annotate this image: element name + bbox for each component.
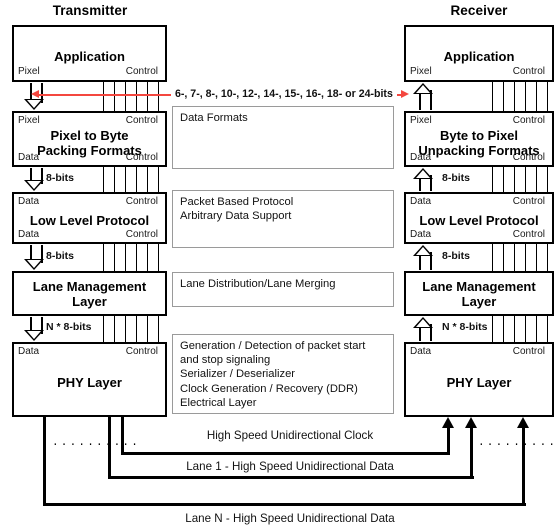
rx-unpacking-control-port-top: Control <box>512 115 545 126</box>
tx-bitwidth-lane-to-phy: N * 8-bits <box>46 321 92 333</box>
desc-data-formats-box: Data Formats <box>172 106 394 169</box>
rx-lane-ellipsis: .......... <box>478 437 558 449</box>
tx-llp-box[interactable]: Data Control Low Level Protocol Data Con… <box>12 192 167 244</box>
rx-data-arrow-3 <box>413 317 434 341</box>
rx-application-control-port: Control <box>512 66 545 77</box>
tx-llp-data-port-bottom: Data <box>18 229 40 240</box>
tx-control-bus-2 <box>103 167 163 192</box>
desc-lane-management-box: Lane Distribution/Lane Merging <box>172 272 394 307</box>
tx-phy-title: PHY Layer <box>57 375 122 390</box>
tx-data-arrow-2 <box>24 245 45 270</box>
rx-bitwidth-llp: 8-bits <box>442 250 471 262</box>
rx-llp-data-port-bottom: Data <box>410 229 432 240</box>
rx-bitwidth-unpacking: 8-bits <box>442 172 471 184</box>
tx-phy-box[interactable]: Data Control PHY Layer <box>12 342 167 417</box>
tx-bitwidth-llp-to-lane: 8-bits <box>46 250 75 262</box>
tx-phy-data-port: Data <box>18 346 40 357</box>
transmitter-heading: Transmitter <box>52 3 128 18</box>
rx-lane-management-box[interactable]: Lane Management Layer <box>404 271 554 316</box>
tx-control-bus-3 <box>103 244 163 271</box>
rx-unpacking-data-port: Data <box>410 152 432 163</box>
rx-llp-data-port-top: Data <box>410 196 432 207</box>
clock-wire-across <box>121 451 450 455</box>
rx-control-bus-1 <box>492 82 552 111</box>
tx-application-control-port: Control <box>125 66 158 77</box>
rx-phy-box[interactable]: Data Control PHY Layer <box>404 342 554 417</box>
tx-lane-management-title: Lane Management Layer <box>32 279 147 309</box>
tx-llp-control-port-bottom: Control <box>125 229 158 240</box>
desc-lane-management-text: Lane Distribution/Lane Merging <box>180 278 336 290</box>
tx-llp-control-port-top: Control <box>125 196 158 207</box>
rx-unpacking-control-port-bottom: Control <box>512 152 545 163</box>
rx-unpacking-pixel-port: Pixel <box>410 115 432 126</box>
rx-phy-title: PHY Layer <box>446 375 512 390</box>
tx-bitwidth-packing-to-llp: 8-bits <box>46 172 75 184</box>
desc-data-formats-text: Data Formats <box>180 112 248 124</box>
rx-control-bus-3 <box>492 244 552 271</box>
clock-arrowhead <box>441 417 454 428</box>
rx-data-arrow-2 <box>413 245 434 270</box>
rx-llp-title: Low Level Protocol <box>419 213 539 228</box>
pixel-width-annotation-text: 6-, 7-, 8-, 10-, 12-, 14-, 15-, 16-, 18-… <box>171 88 397 100</box>
rx-unpacking-box[interactable]: Pixel Control Byte to Pixel Unpacking Fo… <box>404 111 554 167</box>
tx-application-box[interactable]: Application Pixel Control <box>12 25 167 82</box>
clock-wire-down <box>121 417 125 455</box>
tx-application-pixel-port: Pixel <box>18 66 40 77</box>
lanen-wire-across <box>42 502 526 506</box>
rx-data-arrow-1 <box>413 168 434 191</box>
tx-lane-management-box[interactable]: Lane Management Layer <box>12 271 167 316</box>
receiver-heading: Receiver <box>450 3 508 18</box>
lane1-wire-across <box>107 475 474 479</box>
rx-pixel-arrow-1 <box>413 83 434 110</box>
rx-llp-control-port-top: Control <box>512 196 545 207</box>
rx-llp-box[interactable]: Data Control Low Level Protocol Data Con… <box>404 192 554 244</box>
tx-lane-ellipsis: .......... <box>52 437 141 449</box>
tx-packing-pixel-port: Pixel <box>18 115 40 126</box>
rx-phy-data-port: Data <box>410 346 432 357</box>
desc-phy-box: Generation / Detection of packet start a… <box>172 334 394 414</box>
pixel-width-annotation-arrowhead-left <box>31 90 39 98</box>
rx-bitwidth-phy: N * 8-bits <box>442 321 488 333</box>
tx-packing-data-port: Data <box>18 152 40 163</box>
rx-application-box[interactable]: Application Pixel Control <box>404 25 554 82</box>
tx-llp-data-port-top: Data <box>18 196 40 207</box>
rx-application-pixel-port: Pixel <box>410 66 432 77</box>
tx-packing-control-port-bottom: Control <box>125 152 158 163</box>
tx-llp-title: Low Level Protocol <box>29 213 150 228</box>
lane1-wire-up <box>470 427 474 476</box>
rx-lane-management-title: Lane Management Layer <box>422 279 536 309</box>
rx-phy-control-port: Control <box>512 346 545 357</box>
tx-control-bus-4 <box>103 316 163 342</box>
lane1-arrowhead <box>465 417 478 428</box>
rx-llp-control-port-bottom: Control <box>512 229 545 240</box>
diagram-canvas: Transmitter Receiver Application Pixel C… <box>0 0 558 532</box>
tx-application-title: Application <box>54 49 125 64</box>
rx-control-bus-4 <box>492 316 552 342</box>
rx-control-bus-2 <box>492 167 552 192</box>
tx-phy-control-port: Control <box>125 346 158 357</box>
desc-low-level-protocol-text: Packet Based Protocol Arbitrary Data Sup… <box>180 196 294 223</box>
desc-low-level-protocol-box: Packet Based Protocol Arbitrary Data Sup… <box>172 190 394 248</box>
tx-control-bus-1 <box>103 82 163 111</box>
tx-data-arrow-3 <box>24 317 45 341</box>
desc-phy-text: Generation / Detection of packet start a… <box>180 340 366 409</box>
tx-packing-box[interactable]: Pixel Control Pixel to Byte Packing Form… <box>12 111 167 167</box>
lane1-link-label: Lane 1 - High Speed Unidirectional Data <box>130 460 450 473</box>
lanen-wire-down <box>42 417 46 506</box>
tx-data-arrow-1 <box>24 168 45 191</box>
lanen-link-label: Lane N - High Speed Unidirectional Data <box>185 512 395 525</box>
lanen-arrowhead <box>517 417 530 428</box>
clock-link-label: High Speed Unidirectional Clock <box>150 429 430 442</box>
tx-packing-control-port-top: Control <box>125 115 158 126</box>
rx-application-title: Application <box>443 49 515 64</box>
clock-wire-up <box>446 427 450 452</box>
